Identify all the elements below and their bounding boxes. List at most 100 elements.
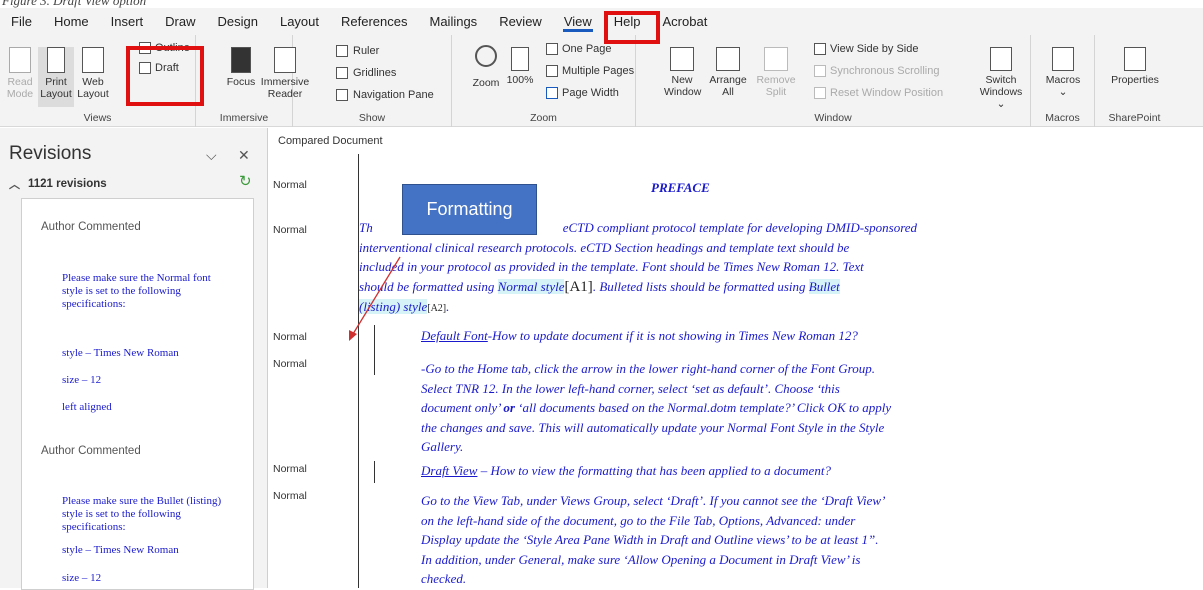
macros-group-label: Macros (1045, 112, 1080, 124)
revision-comment-text: Please make sure the Normal font style i… (62, 272, 211, 310)
tab-view[interactable]: View (553, 8, 603, 35)
tab-file[interactable]: File (0, 8, 43, 35)
focus-button[interactable]: Focus (223, 47, 259, 88)
tab-design[interactable]: Design (207, 8, 269, 35)
synchronous-scrolling-button[interactable]: Synchronous Scrolling (814, 65, 939, 77)
window-group-label: Window (814, 112, 852, 124)
zoom-100-button[interactable]: 100% (502, 47, 538, 86)
gridlines-checkbox[interactable]: Gridlines (336, 67, 396, 79)
revision-comment-text: left aligned (62, 401, 112, 413)
show-group: Ruler Gridlines Navigation Pane Show (293, 35, 452, 127)
one-page-button[interactable]: One Page (546, 43, 612, 55)
style-label: Normal (273, 224, 307, 236)
multiple-pages-icon (546, 65, 558, 77)
side-by-side-icon (814, 43, 826, 55)
zoom-group-label: Zoom (530, 112, 557, 124)
macros-group: Macros ⌄ Macros (1031, 35, 1095, 127)
web-layout-icon (82, 47, 104, 73)
draft-view-link[interactable]: Draft View (421, 463, 477, 478)
tab-mailings[interactable]: Mailings (419, 8, 489, 35)
remove-split-button[interactable]: Remove Split (756, 47, 796, 98)
arrange-all-icon (716, 47, 740, 71)
page-100-icon (511, 47, 529, 71)
immersive-group-label: Immersive (219, 112, 269, 124)
chevron-down-icon[interactable]: ⌵ (206, 147, 217, 164)
split-icon (764, 47, 788, 71)
read-mode-button[interactable]: Read Mode (4, 47, 36, 100)
sharepoint-group-label: SharePoint (1108, 112, 1161, 124)
one-page-icon (546, 43, 558, 55)
sync-scroll-icon (814, 65, 826, 77)
revision-author: Author Commented (41, 221, 141, 233)
tab-layout[interactable]: Layout (269, 8, 330, 35)
view-side-by-side-button[interactable]: View Side by Side (814, 43, 918, 55)
figure-caption: Figure 3. Draft View option (2, 0, 147, 8)
switch-windows-icon (990, 47, 1012, 71)
revision-comment-text: size – 12 (62, 572, 102, 584)
revision-comment-text: Please make sure the Bullet (listing) st… (62, 495, 222, 533)
window-group: New Window Arrange All Remove Split View… (636, 35, 1031, 127)
revision-comment-text: style – Times New Roman (62, 347, 179, 359)
preface-heading: PREFACE (651, 180, 710, 195)
paragraph-draft-view-steps: Go to the View Tab, under Views Group, s… (421, 493, 886, 586)
tab-references[interactable]: References (330, 8, 418, 35)
comment-anchor-a2[interactable]: [A2] (427, 303, 446, 314)
normal-style-highlight: Normal style (497, 278, 565, 294)
properties-button[interactable]: Properties (1103, 47, 1167, 86)
style-label: Normal (273, 358, 307, 370)
arrange-all-button[interactable]: Arrange All (708, 47, 748, 98)
print-layout-button[interactable]: Print Layout (38, 47, 74, 107)
magnifier-icon (475, 45, 497, 67)
show-group-label: Show (358, 112, 386, 124)
switch-windows-button[interactable]: Switch Windows ⌄ (976, 47, 1026, 110)
revisions-title: Revisions (9, 143, 92, 164)
revisions-count[interactable]: ︿ 1121 revisions (9, 176, 107, 192)
revision-author: Author Commented (41, 445, 141, 457)
menu-bar: File Home Insert Draw Design Layout Refe… (0, 8, 1203, 35)
properties-icon (1124, 47, 1146, 71)
multiple-pages-button[interactable]: Multiple Pages (546, 65, 634, 77)
close-icon[interactable]: ✕ (238, 147, 250, 164)
macros-button[interactable]: Macros ⌄ (1041, 47, 1085, 98)
tab-draw[interactable]: Draw (154, 8, 206, 35)
tab-insert[interactable]: Insert (100, 8, 155, 35)
focus-icon (231, 47, 251, 73)
change-bar (374, 325, 375, 375)
new-window-icon (670, 47, 694, 71)
tab-acrobat[interactable]: Acrobat (652, 8, 719, 35)
paragraph-default-font: Default Font-How to update document if i… (421, 328, 858, 343)
change-bar (374, 461, 375, 483)
sharepoint-group: Properties SharePoint (1095, 35, 1174, 127)
style-label: Normal (273, 179, 307, 191)
comment-anchor-a1[interactable]: [A1] (564, 279, 592, 295)
draft-highlight-box (126, 46, 204, 106)
document-title: Compared Document (278, 135, 383, 147)
web-layout-button[interactable]: Web Layout (76, 47, 110, 100)
new-window-button[interactable]: New Window (664, 47, 701, 98)
print-layout-icon (47, 47, 65, 73)
style-label: Normal (273, 331, 307, 343)
reset-window-position-button[interactable]: Reset Window Position (814, 87, 943, 99)
tab-review[interactable]: Review (488, 8, 553, 35)
zoom-button[interactable]: Zoom (466, 45, 506, 89)
refresh-icon[interactable]: ↻ (239, 172, 252, 190)
revisions-list[interactable]: Author Commented Please make sure the No… (21, 198, 254, 590)
macros-icon (1052, 47, 1074, 71)
chevron-up-icon: ︿ (9, 179, 20, 191)
tab-home[interactable]: Home (43, 8, 100, 35)
navigation-pane-checkbox[interactable]: Navigation Pane (336, 89, 434, 101)
view-tab-highlight-box (604, 11, 660, 44)
default-font-link[interactable]: Default Font (421, 328, 488, 343)
page-width-icon (546, 87, 558, 99)
paragraph-draft-view: Draft View – How to view the formatting … (421, 463, 831, 478)
immersive-group: Focus Immersive Reader Immersive (196, 35, 309, 127)
page-width-button[interactable]: Page Width (546, 87, 619, 99)
revisions-pane: Revisions ⌵ ✕ ︿ 1121 revisions ↻ Author … (0, 128, 268, 590)
style-area-pane (269, 154, 359, 588)
style-label: Normal (273, 463, 307, 475)
style-label: Normal (273, 490, 307, 502)
ruler-checkbox[interactable]: Ruler (336, 45, 379, 57)
revision-comment-text: style – Times New Roman (62, 544, 179, 556)
paragraph-default-font-steps: -Go to the Home tab, click the arrow in … (421, 361, 892, 454)
reset-window-icon (814, 87, 826, 99)
